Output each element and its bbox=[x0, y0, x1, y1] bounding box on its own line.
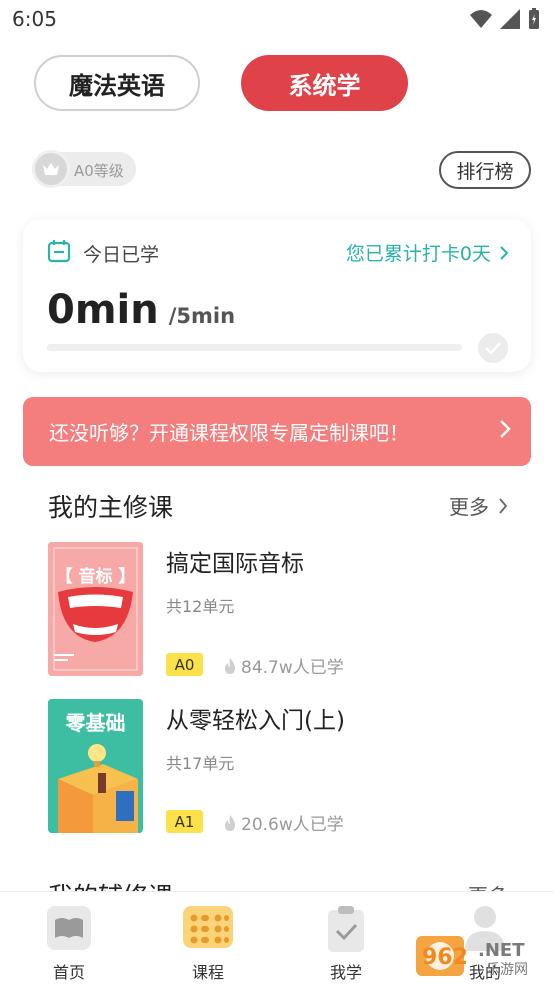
more-label: 更多 bbox=[449, 495, 489, 519]
status-time: 6:05 bbox=[12, 7, 57, 31]
minor-more-link[interactable]: 更多 bbox=[468, 880, 508, 891]
nav-label: 我学 bbox=[329, 963, 362, 982]
course-units: 共17单元 bbox=[166, 754, 235, 773]
today-studied-label: 今日已学 bbox=[83, 244, 160, 266]
cover-title: 零基础 bbox=[65, 711, 126, 735]
nav-label: 课程 bbox=[191, 963, 224, 982]
chevron-right-icon bbox=[499, 497, 508, 514]
course-learners: 20.6w人已学 bbox=[224, 810, 344, 835]
today-study-card: 今日已学 您已累计打卡0天 0min /5min bbox=[23, 219, 531, 372]
svg-text:.NET: .NET bbox=[478, 940, 525, 961]
learners-count: 84.7w人已学 bbox=[241, 658, 344, 678]
fire-icon bbox=[225, 814, 235, 831]
minutes-display: 0min /5min bbox=[47, 287, 235, 333]
wifi-icon bbox=[470, 10, 492, 28]
signal-icon bbox=[500, 9, 520, 29]
course-cover-beginner: 零基础 bbox=[48, 699, 143, 833]
minor-courses-title: 我的辅修课 bbox=[48, 877, 173, 891]
major-courses-title: 我的主修课 bbox=[48, 493, 174, 522]
nav-courses[interactable]: 课程 bbox=[158, 892, 258, 984]
grid-icon bbox=[183, 906, 233, 948]
calendar-icon bbox=[47, 240, 71, 263]
clipboard-check-icon bbox=[328, 906, 364, 952]
status-icons bbox=[470, 8, 540, 30]
course-card[interactable]: 零基础 从零轻松入门(上) 共17单元 A1 20.6w人已学 bbox=[48, 699, 508, 835]
leaderboard-button[interactable]: 排行榜 bbox=[439, 151, 531, 189]
course-learners: 84.7w人已学 bbox=[224, 653, 344, 678]
crown-icon bbox=[32, 150, 70, 188]
svg-text:962: 962 bbox=[422, 945, 468, 970]
promo-banner[interactable]: 还没听够？开通课程权限专属定制课吧！ bbox=[23, 397, 531, 466]
nav-my-learning[interactable]: 我学 bbox=[296, 892, 396, 984]
course-card[interactable]: 【 音标 】 搞定国际音标 共12单元 A0 84.7w人已学 bbox=[48, 542, 508, 678]
check-circle-icon bbox=[478, 333, 508, 363]
course-title: 从零轻松入门(上) bbox=[166, 708, 345, 734]
level-text: A0等级 bbox=[74, 162, 124, 180]
fire-icon bbox=[225, 657, 235, 674]
checkin-streak-link[interactable]: 您已累计打卡0天 bbox=[346, 239, 509, 266]
minutes-goal: /5min bbox=[168, 304, 236, 328]
svg-text:乐游网: 乐游网 bbox=[486, 962, 528, 978]
nav-home[interactable]: 首页 bbox=[19, 892, 119, 984]
streak-text: 您已累计打卡0天 bbox=[345, 243, 491, 265]
learners-count: 20.6w人已学 bbox=[241, 815, 344, 835]
course-level-tag: A0 bbox=[166, 653, 203, 676]
chevron-right-icon bbox=[500, 420, 511, 438]
tab-systematic-learning[interactable]: 系统学 bbox=[241, 55, 408, 111]
promo-text: 还没听够？开通课程权限专属定制课吧！ bbox=[49, 421, 409, 445]
watermark-logo: 962 .NET 乐游网 bbox=[416, 934, 552, 980]
status-bar: 6:05 bbox=[0, 0, 554, 38]
course-level-tag: A1 bbox=[166, 810, 203, 833]
course-units: 共12单元 bbox=[166, 597, 235, 616]
level-badge[interactable]: A0等级 bbox=[32, 150, 136, 188]
course-title: 搞定国际音标 bbox=[166, 551, 304, 577]
study-progress-bar bbox=[47, 344, 462, 351]
nav-label: 首页 bbox=[52, 963, 85, 982]
book-icon bbox=[47, 906, 91, 950]
chevron-right-icon bbox=[500, 245, 509, 260]
course-cover-phonetics: 【 音标 】 bbox=[48, 542, 143, 676]
major-more-link[interactable]: 更多 bbox=[449, 491, 508, 520]
battery-icon bbox=[529, 8, 539, 29]
minutes-done: 0min bbox=[47, 287, 159, 333]
tab-magic-english[interactable]: 魔法英语 bbox=[34, 55, 200, 111]
cover-title: 【 音标 】 bbox=[55, 567, 136, 587]
